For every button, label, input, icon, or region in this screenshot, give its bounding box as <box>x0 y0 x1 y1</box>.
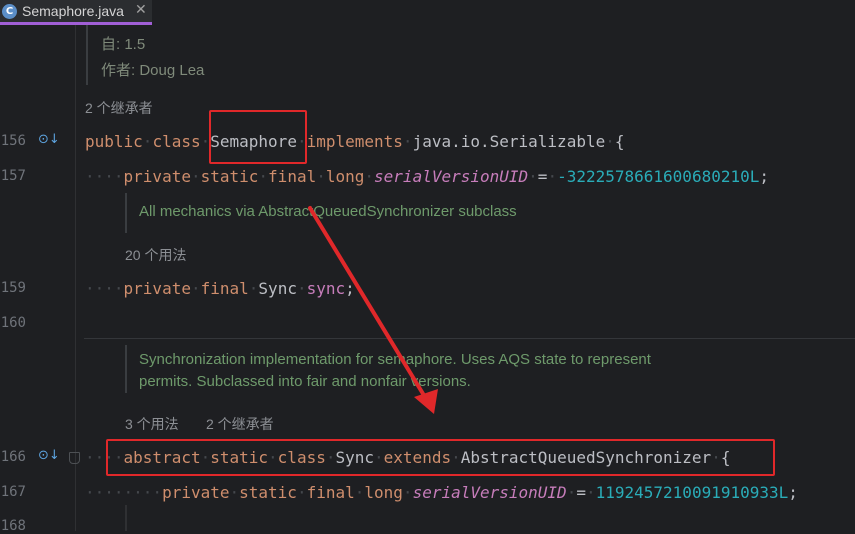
annotation-arrow <box>308 206 438 414</box>
